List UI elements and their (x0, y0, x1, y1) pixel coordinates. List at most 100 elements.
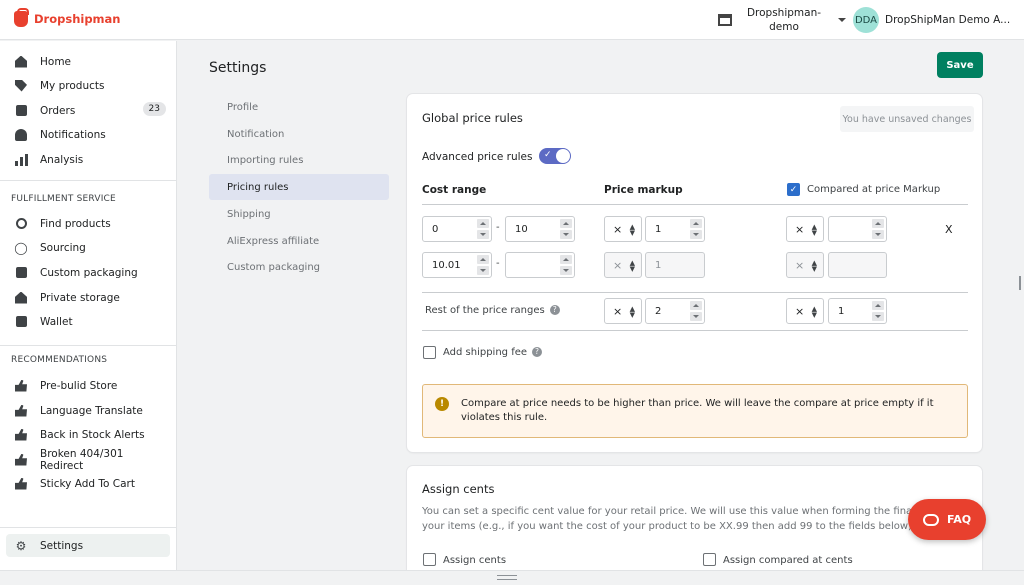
stepper[interactable] (690, 219, 702, 239)
orders-count-badge: 23 (142, 102, 166, 116)
sidebar-item-private-storage[interactable]: Private storage (6, 286, 170, 309)
subnav-pricing-rules[interactable]: Pricing rules (209, 174, 389, 200)
operator-value: × (795, 304, 805, 318)
subnav-profile[interactable]: Profile (209, 94, 389, 120)
sidebar-item-orders[interactable]: Orders 23 (6, 99, 170, 122)
save-button[interactable]: Save (937, 52, 983, 78)
wallet-icon (14, 315, 28, 329)
rest-compare-input[interactable]: 1 (828, 298, 887, 324)
divider (422, 330, 968, 331)
store-selector[interactable]: Dropshipman-demo (718, 6, 846, 34)
cost-to-input[interactable]: 10 (505, 216, 575, 242)
sidebar-item-broken-redirect[interactable]: Broken 404/301 Redirect (6, 448, 170, 472)
avatar: DDA (853, 7, 879, 33)
remove-row-button[interactable]: X (945, 223, 953, 236)
sidebar-item-label: Pre-bulid Store (40, 379, 118, 392)
scrollbar-handle[interactable] (1019, 276, 1021, 290)
advanced-price-rules-toggle[interactable]: ✓ (539, 148, 571, 164)
sidebar-item-find-products[interactable]: Find products (6, 212, 170, 235)
warning-banner: ! Compare at price needs to be higher th… (422, 384, 968, 438)
sidebar-item-analysis[interactable]: Analysis (6, 148, 170, 171)
compare-markup-input (828, 252, 887, 278)
user-menu[interactable]: DDA DropShipMan Demo A... (853, 7, 1010, 33)
user-name: DropShipMan Demo A... (885, 14, 1011, 26)
sidebar-item-label: Language Translate (40, 404, 143, 417)
resize-handle[interactable] (497, 575, 517, 580)
sidebar-item-notifications[interactable]: Notifications (6, 123, 170, 146)
markup-input: 1 (645, 252, 705, 278)
subnav-notification[interactable]: Notification (209, 121, 389, 147)
thumbs-up-icon (14, 428, 28, 442)
stepper[interactable] (872, 301, 884, 321)
stepper[interactable] (560, 219, 572, 239)
help-icon[interactable]: ? (549, 305, 560, 315)
sidebar-item-label: Orders (40, 104, 76, 117)
stepper[interactable] (872, 219, 884, 239)
brand-logo[interactable]: Dropshipman (14, 8, 121, 27)
subnav-aliexpress-affiliate[interactable]: AliExpress affiliate (209, 228, 389, 254)
sidebar-item-language-translate[interactable]: Language Translate (6, 399, 170, 422)
sidebar-item-label: Home (40, 55, 72, 68)
compare-markup-input[interactable] (828, 216, 887, 242)
divider (422, 204, 968, 205)
input-value: 0 (432, 223, 439, 235)
chevron-down-icon (838, 18, 846, 22)
sidebar-item-sourcing[interactable]: ◯ Sourcing (6, 236, 170, 259)
subnav-custom-packaging[interactable]: Custom packaging (209, 254, 389, 280)
markup-operator-select[interactable]: × ▲ ▼ (604, 216, 642, 242)
sidebar-item-sticky-add-to-cart[interactable]: Sticky Add To Cart (6, 472, 170, 495)
stepper[interactable] (560, 255, 572, 275)
sidebar-item-pre-build-store[interactable]: Pre-bulid Store (6, 374, 170, 397)
stepper[interactable] (477, 255, 489, 275)
subnav-shipping[interactable]: Shipping (209, 201, 389, 227)
rest-compare-operator-select[interactable]: × ▲ ▼ (786, 298, 824, 324)
sort-icon: ▲ ▼ (811, 305, 817, 319)
sidebar-item-label: Find products (40, 217, 111, 230)
rest-markup-operator-select[interactable]: × ▲ ▼ (604, 298, 642, 324)
section-title-recommendations: RECOMMENDATIONS (11, 355, 108, 365)
store-name: Dropshipman-demo (746, 7, 822, 33)
assign-cents-card: Assign cents You can set a specific cent… (407, 466, 982, 585)
input-value: 2 (655, 305, 662, 317)
operator-value: × (613, 304, 623, 318)
stepper[interactable] (690, 301, 702, 321)
sidebar-item-back-in-stock[interactable]: Back in Stock Alerts (6, 423, 170, 446)
assign-compare-cents-checkbox[interactable] (703, 553, 716, 566)
subnav-importing-rules[interactable]: Importing rules (209, 147, 389, 173)
page-title: Settings (209, 60, 267, 76)
column-header-cost-range: Cost range (422, 184, 487, 196)
compare-operator-select[interactable]: × ▲ ▼ (786, 216, 824, 242)
cost-from-input[interactable]: 10.01 (422, 252, 492, 278)
sidebar-item-label: Sticky Add To Cart (40, 477, 135, 490)
sidebar-item-label: Private storage (40, 291, 120, 304)
sidebar-item-settings[interactable]: ⚙ Settings (6, 534, 170, 557)
sort-icon: ▲ ▼ (629, 305, 635, 319)
shipping-fee-text: Add shipping fee (443, 347, 528, 358)
cost-from-input[interactable]: 0 (422, 216, 492, 242)
sidebar-item-custom-packaging[interactable]: Custom packaging (6, 261, 170, 284)
divider (0, 527, 176, 528)
help-icon[interactable]: ? (532, 347, 543, 357)
toggle-knob (556, 149, 570, 163)
assign-cents-checkbox[interactable] (423, 553, 436, 566)
sidebar-item-label: Back in Stock Alerts (40, 428, 145, 441)
sidebar-item-wallet[interactable]: Wallet (6, 310, 170, 333)
range-dash: - (496, 222, 500, 233)
input-value: 1 (838, 305, 845, 317)
sidebar-item-label: Custom packaging (40, 266, 138, 279)
sidebar-item-my-products[interactable]: My products (6, 74, 170, 97)
operator-value: × (613, 222, 623, 236)
sidebar-item-home[interactable]: Home (6, 50, 170, 73)
sidebar-item-label: Notifications (40, 128, 106, 141)
rest-markup-input[interactable]: 2 (645, 298, 705, 324)
compare-operator-select: × ▲ ▼ (786, 252, 824, 278)
markup-input[interactable]: 1 (645, 216, 705, 242)
add-shipping-fee-checkbox[interactable] (423, 346, 436, 359)
package-icon (14, 266, 28, 280)
input-value: 10.01 (432, 259, 461, 271)
input-value: 1 (655, 259, 662, 271)
compare-markup-checkbox[interactable]: ✓ (787, 183, 800, 196)
cost-to-input[interactable] (505, 252, 575, 278)
stepper[interactable] (477, 219, 489, 239)
faq-button[interactable]: FAQ (908, 499, 986, 540)
